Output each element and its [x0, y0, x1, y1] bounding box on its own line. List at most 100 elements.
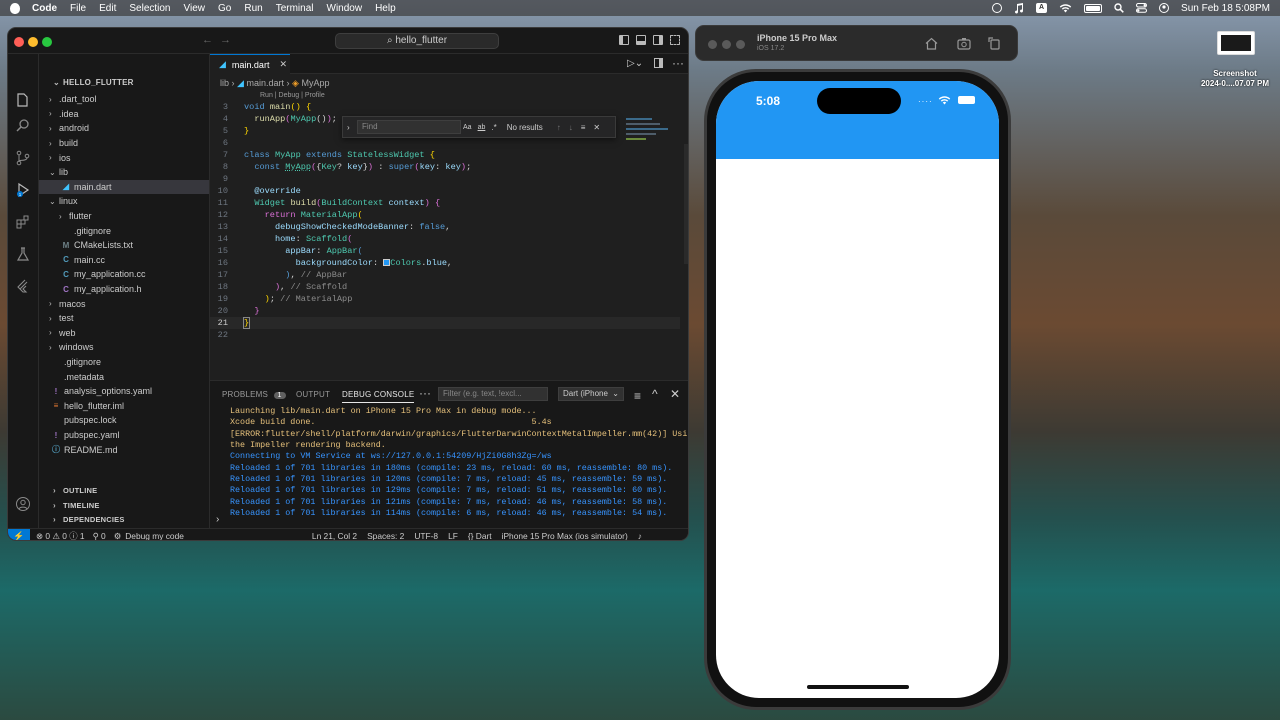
minimize-window-button[interactable]: [28, 37, 38, 47]
home-indicator[interactable]: [807, 685, 909, 689]
indent-status[interactable]: Spaces: 2: [367, 531, 404, 541]
sim-zoom-button[interactable]: [736, 40, 745, 49]
split-editor-icon[interactable]: [654, 58, 663, 68]
source-control-icon[interactable]: [15, 150, 31, 166]
flutter-icon[interactable]: [15, 278, 31, 294]
close-find-icon[interactable]: ✕: [593, 123, 600, 132]
tree-file[interactable]: Cmy_application.h: [39, 282, 209, 297]
tree-folder[interactable]: ⌄ lib: [39, 165, 209, 180]
regex-icon[interactable]: .*: [491, 123, 496, 132]
tree-folder[interactable]: › ios: [39, 150, 209, 165]
remote-icon[interactable]: ⚡: [8, 528, 30, 540]
device-status[interactable]: iPhone 15 Pro Max (ios simulator): [502, 531, 628, 541]
eol-status[interactable]: LF: [448, 531, 458, 541]
tree-file[interactable]: .metadata: [39, 369, 209, 384]
apple-icon[interactable]: [10, 2, 20, 14]
dependencies-section[interactable]: › DEPENDENCIES: [53, 515, 125, 524]
problems-status[interactable]: ⊗ 0 ⚠ 0 ⓘ 1: [36, 530, 85, 541]
tree-folder[interactable]: › windows: [39, 340, 209, 355]
menu-edit[interactable]: Edit: [99, 3, 116, 14]
status-app-icon[interactable]: [992, 3, 1003, 13]
tab-output[interactable]: OUTPUT: [296, 390, 330, 399]
tree-folder[interactable]: › android: [39, 121, 209, 136]
control-center-icon[interactable]: [1136, 3, 1148, 13]
menubar-datetime[interactable]: Sun Feb 18 5:08PM: [1181, 3, 1270, 14]
debug-session-select[interactable]: Dart (iPhone ⌄: [558, 387, 624, 401]
menu-code[interactable]: Code: [32, 3, 57, 14]
menu-go[interactable]: Go: [218, 3, 231, 14]
user-icon[interactable]: [1159, 3, 1170, 13]
maximize-panel-icon[interactable]: ^: [652, 387, 658, 401]
breadcrumb-file[interactable]: main.dart: [246, 78, 284, 88]
close-panel-icon[interactable]: ✕: [670, 387, 680, 401]
wifi-icon[interactable]: [1059, 3, 1072, 13]
tree-file[interactable]: Cmy_application.cc: [39, 267, 209, 282]
previous-match-icon[interactable]: ↑: [557, 123, 561, 132]
editor-scrollbar[interactable]: [684, 144, 688, 264]
editor-area[interactable]: ◢ main.dart ✕ ▷⌄ ··· lib › ◢ main.dart ›…: [210, 54, 688, 380]
clear-console-icon[interactable]: ≡: [634, 389, 641, 403]
encoding-status[interactable]: UTF-8: [414, 531, 438, 541]
tree-folder[interactable]: ⌄ linux: [39, 194, 209, 209]
close-tab-icon[interactable]: ✕: [279, 59, 287, 70]
tab-debug-console[interactable]: DEBUG CONSOLE: [342, 390, 415, 403]
rotate-icon[interactable]: [988, 37, 1001, 50]
breadcrumb-lib[interactable]: lib: [220, 78, 229, 88]
tree-folder[interactable]: › web: [39, 326, 209, 341]
cursor-position[interactable]: Ln 21, Col 2: [312, 531, 357, 541]
search-icon[interactable]: [15, 118, 31, 134]
home-icon[interactable]: [925, 37, 938, 50]
tab-problems[interactable]: PROBLEMS 1: [222, 390, 286, 399]
input-source-icon[interactable]: A: [1036, 3, 1048, 13]
extensions-icon[interactable]: [15, 214, 31, 230]
find-in-selection-icon[interactable]: ≡: [581, 123, 586, 132]
console-filter-input[interactable]: Filter (e.g. text, !excl...: [438, 387, 548, 401]
next-match-icon[interactable]: ↓: [569, 123, 573, 132]
tab-main-dart[interactable]: ◢ main.dart ✕: [210, 54, 290, 74]
command-center[interactable]: ⌕ hello_flutter: [335, 33, 499, 49]
tree-file[interactable]: ⓘ README.md: [39, 442, 209, 457]
language-status[interactable]: {} Dart: [468, 531, 492, 541]
tree-folder[interactable]: › macos: [39, 296, 209, 311]
tree-file[interactable]: .gitignore: [39, 223, 209, 238]
menu-window[interactable]: Window: [327, 3, 363, 14]
tree-folder[interactable]: › build: [39, 136, 209, 151]
explorer-root-header[interactable]: ⌄ HELLO_FLUTTER: [53, 78, 134, 87]
sim-close-button[interactable]: [708, 40, 717, 49]
screenshot-label[interactable]: Screenshot 2024-0....07.07 PM: [1190, 69, 1280, 89]
tree-file[interactable]: ! pubspec.yaml: [39, 428, 209, 443]
toggle-replace-icon[interactable]: ›: [347, 123, 350, 132]
zoom-window-button[interactable]: [42, 37, 52, 47]
tree-file[interactable]: M CMakeLists.txt: [39, 238, 209, 253]
account-icon[interactable]: [15, 496, 31, 512]
tree-file[interactable]: .gitignore: [39, 355, 209, 370]
panel-more-icon[interactable]: ···: [419, 386, 431, 400]
minimap[interactable]: [626, 116, 682, 146]
tree-folder[interactable]: › .idea: [39, 107, 209, 122]
tree-file[interactable]: ◢ main.dart: [39, 179, 209, 195]
search-icon[interactable]: [1114, 3, 1124, 13]
toggle-secondary-sidebar-icon[interactable]: [653, 35, 663, 45]
testing-icon[interactable]: [15, 246, 31, 262]
timeline-section[interactable]: › TIMELINE: [53, 501, 100, 510]
tree-folder[interactable]: › .dart_tool: [39, 92, 209, 107]
sim-minimize-button[interactable]: [722, 40, 731, 49]
tree-folder[interactable]: › test: [39, 311, 209, 326]
forward-arrow-icon[interactable]: →: [220, 34, 231, 46]
back-arrow-icon[interactable]: ←: [202, 34, 213, 46]
notifications-bell-icon[interactable]: ♪: [638, 531, 642, 541]
menu-view[interactable]: View: [184, 3, 206, 14]
debug-status[interactable]: ⚙: [114, 531, 122, 541]
editor-more-icon[interactable]: ···: [672, 56, 684, 70]
tree-file[interactable]: ! analysis_options.yaml: [39, 384, 209, 399]
tree-file[interactable]: ≡ hello_flutter.iml: [39, 399, 209, 414]
console-prompt-icon[interactable]: ›: [216, 514, 219, 525]
run-debug-icon[interactable]: 1: [15, 182, 31, 198]
menu-run[interactable]: Run: [244, 3, 262, 14]
toggle-panel-icon[interactable]: [636, 35, 646, 45]
match-case-icon[interactable]: Aa: [463, 124, 472, 131]
battery-icon[interactable]: [1084, 3, 1103, 13]
breadcrumb-symbol[interactable]: MyApp: [301, 78, 329, 88]
ports-status[interactable]: ⚲ 0: [93, 531, 106, 541]
close-window-button[interactable]: [14, 37, 24, 47]
